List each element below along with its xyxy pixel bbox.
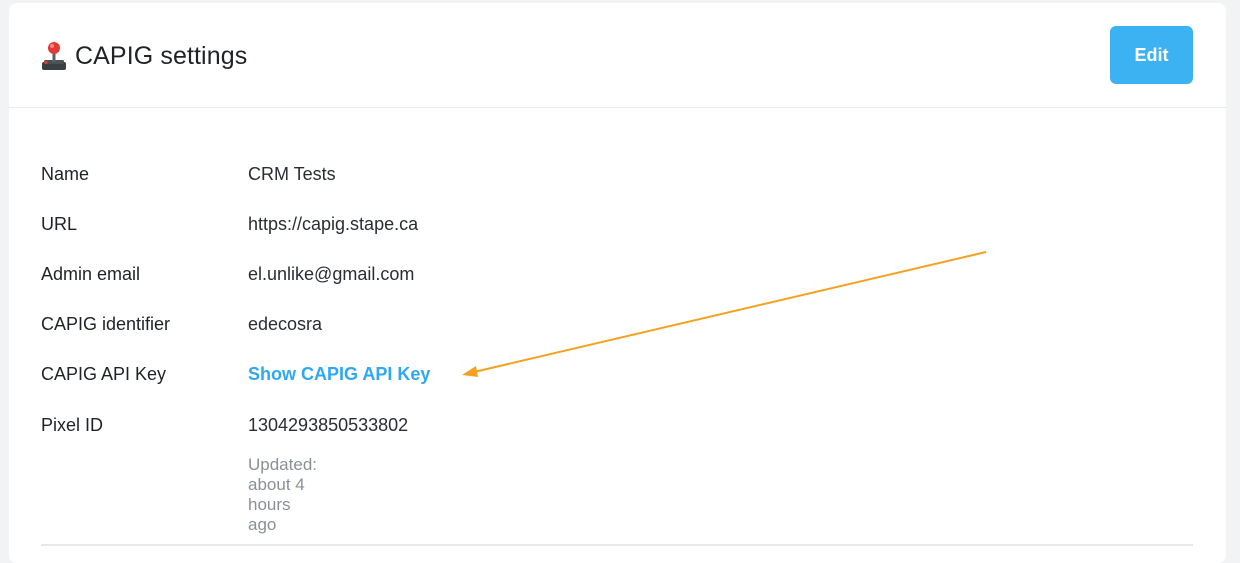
show-capig-api-key-link[interactable]: Show CAPIG API Key	[248, 364, 430, 385]
detail-label: CAPIG API Key	[41, 364, 167, 384]
detail-value: CRM Tests	[248, 164, 336, 184]
detail-row-capig-api-key: CAPIG API Key Show CAPIG API Key	[41, 364, 941, 392]
joystick-icon	[42, 42, 66, 70]
detail-value: 1304293850533802	[248, 415, 409, 435]
detail-label: CAPIG identifier	[41, 314, 171, 334]
detail-label: Name	[41, 164, 90, 184]
edit-button[interactable]: Edit	[1110, 26, 1193, 84]
updated-timestamp: Updated: about 4 hours ago	[248, 455, 317, 534]
section-divider	[41, 544, 1193, 546]
detail-row-url: URL https://capig.stape.ca	[41, 214, 941, 242]
detail-label: Admin email	[41, 264, 141, 284]
page-title: CAPIG settings	[75, 41, 248, 70]
capig-settings-card: CAPIG settings Edit Name CRM Tests URL h…	[9, 3, 1226, 563]
title-wrap: CAPIG settings	[41, 39, 247, 73]
card-header: CAPIG settings Edit	[9, 3, 1226, 108]
detail-value: el.unlike@gmail.com	[248, 264, 415, 284]
detail-value: https://capig.stape.ca	[248, 214, 419, 234]
detail-row-name: Name CRM Tests	[41, 164, 941, 192]
detail-label: Pixel ID	[41, 415, 104, 435]
detail-label: URL	[41, 214, 78, 234]
detail-row-pixel-id: Pixel ID 1304293850533802	[41, 415, 941, 443]
detail-row-capig-identifier: CAPIG identifier edecosra	[41, 314, 941, 342]
detail-value: edecosra	[248, 314, 323, 334]
detail-row-admin-email: Admin email el.unlike@gmail.com	[41, 264, 941, 292]
